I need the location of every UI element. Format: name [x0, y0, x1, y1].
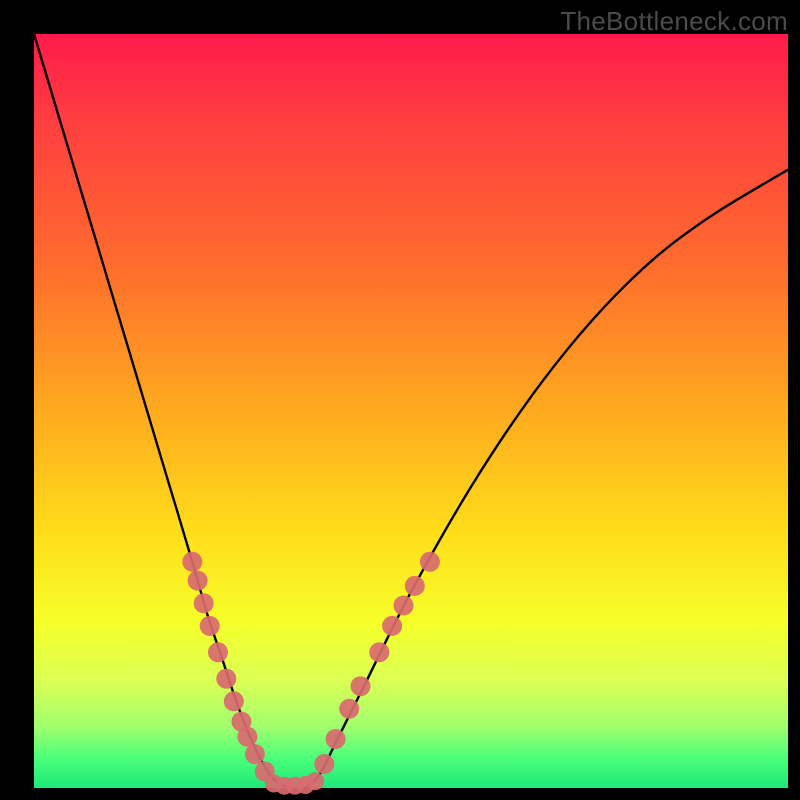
curve-marker: [245, 744, 265, 764]
curve-marker: [306, 772, 324, 790]
curve-svg: [34, 34, 788, 788]
curve-marker: [314, 754, 334, 774]
curve-marker: [394, 596, 414, 616]
curve-marker: [224, 691, 244, 711]
markers-right-branch: [314, 552, 440, 774]
plot-area: [34, 34, 788, 788]
markers-valley: [265, 772, 324, 795]
curve-marker: [188, 571, 208, 591]
chart-frame: TheBottleneck.com: [0, 0, 800, 800]
curve-marker: [208, 642, 228, 662]
markers-left-branch: [182, 552, 274, 782]
curve-marker: [405, 576, 425, 596]
curve-marker: [369, 642, 389, 662]
curve-marker: [237, 727, 257, 747]
bottleneck-curve: [34, 34, 788, 789]
curve-marker: [216, 669, 236, 689]
curve-marker: [382, 616, 402, 636]
curve-marker: [326, 729, 346, 749]
curve-marker: [339, 699, 359, 719]
curve-marker: [200, 616, 220, 636]
curve-marker: [351, 676, 371, 696]
curve-marker: [182, 552, 202, 572]
curve-marker: [194, 593, 214, 613]
watermark-label: TheBottleneck.com: [560, 6, 788, 37]
curve-marker: [420, 552, 440, 572]
